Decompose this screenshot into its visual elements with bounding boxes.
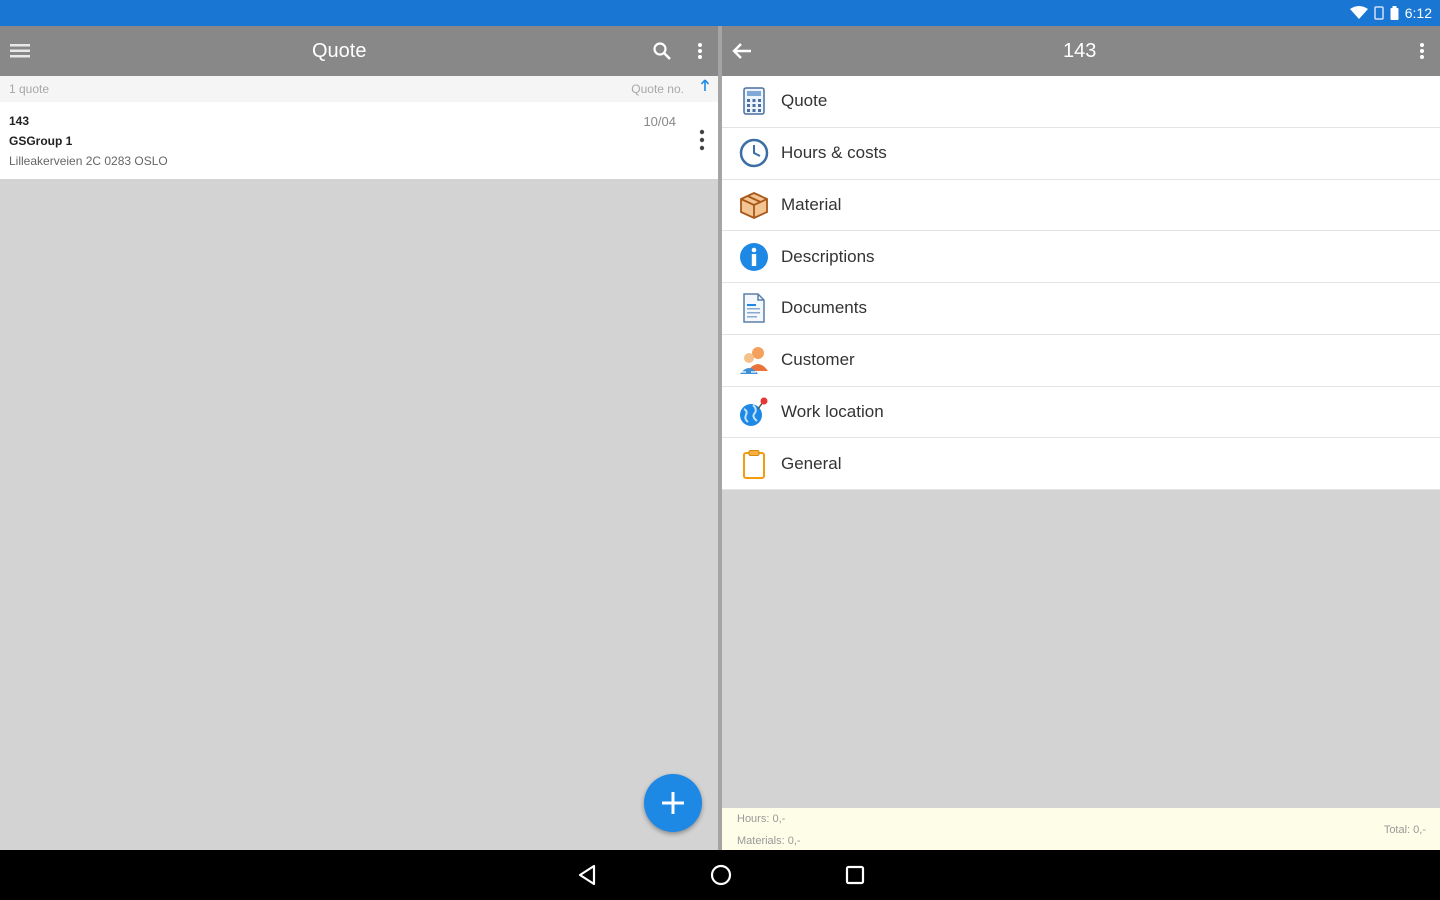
menu-item-general[interactable]: General bbox=[722, 438, 1440, 490]
status-time: 6:12 bbox=[1404, 5, 1432, 21]
nav-back-button[interactable] bbox=[572, 860, 602, 890]
quote-customer: GSGroup 1 bbox=[9, 134, 73, 148]
sort-field-button[interactable]: Quote no. bbox=[631, 82, 684, 96]
list-subheader: 1 quote Quote no. bbox=[0, 76, 718, 102]
arrow-up-icon bbox=[700, 79, 710, 91]
customer-icon bbox=[738, 344, 770, 376]
nav-home-button[interactable] bbox=[706, 860, 736, 890]
search-icon bbox=[653, 42, 671, 60]
arrow-back-icon bbox=[732, 43, 751, 59]
hours-total: Hours: 0,- bbox=[737, 813, 786, 825]
hamburger-menu-button[interactable] bbox=[0, 26, 40, 76]
menu-item-label: Hours & costs bbox=[781, 143, 887, 163]
clock-icon bbox=[738, 137, 770, 169]
quote-detail-pane: 143 Quote Hours & costs Material Descrip… bbox=[722, 26, 1440, 850]
no-sim-icon bbox=[1374, 6, 1384, 20]
more-vertical-icon bbox=[699, 129, 705, 151]
menu-item-customer[interactable]: Customer bbox=[722, 335, 1440, 387]
navigation-bar bbox=[0, 850, 1440, 900]
add-quote-button[interactable] bbox=[644, 774, 702, 832]
back-button[interactable] bbox=[722, 26, 762, 76]
sort-direction-button[interactable] bbox=[700, 79, 710, 96]
nav-recents-button[interactable] bbox=[840, 860, 870, 890]
calculator-icon bbox=[738, 85, 770, 117]
triangle-back-icon bbox=[578, 864, 596, 886]
more-vertical-icon bbox=[698, 43, 702, 59]
materials-total: Materials: 0,- bbox=[737, 835, 801, 847]
menu-item-work-location[interactable]: Work location bbox=[722, 387, 1440, 439]
document-icon bbox=[738, 292, 770, 324]
search-button[interactable] bbox=[642, 26, 682, 76]
detail-menu: Quote Hours & costs Material Description… bbox=[722, 76, 1440, 490]
menu-item-label: Documents bbox=[781, 298, 867, 318]
menu-item-hours-costs[interactable]: Hours & costs bbox=[722, 128, 1440, 180]
more-vertical-icon bbox=[1420, 43, 1424, 59]
hamburger-icon bbox=[10, 44, 30, 58]
menu-item-documents[interactable]: Documents bbox=[722, 283, 1440, 335]
battery-icon bbox=[1390, 6, 1399, 20]
quote-number: 143 bbox=[9, 114, 30, 128]
right-toolbar-title: 143 bbox=[1063, 40, 1097, 62]
menu-item-label: General bbox=[781, 453, 842, 473]
menu-item-material[interactable]: Material bbox=[722, 180, 1440, 232]
right-overflow-button[interactable] bbox=[1402, 26, 1440, 76]
circle-home-icon bbox=[710, 864, 732, 886]
menu-item-descriptions[interactable]: Descriptions bbox=[722, 231, 1440, 283]
left-overflow-button[interactable] bbox=[680, 26, 720, 76]
left-toolbar-title: Quote bbox=[312, 40, 367, 62]
quote-date: 10/04 bbox=[643, 114, 676, 129]
menu-item-quote[interactable]: Quote bbox=[722, 76, 1440, 128]
quote-item-more-button[interactable] bbox=[692, 126, 712, 154]
info-icon bbox=[738, 241, 770, 273]
menu-item-label: Customer bbox=[781, 350, 855, 370]
menu-item-label: Descriptions bbox=[781, 246, 875, 266]
menu-item-label: Quote bbox=[781, 91, 828, 111]
grand-total: Total: 0,- bbox=[1383, 824, 1426, 836]
quote-list-item[interactable]: 143 GSGroup 1 Lilleakerveien 2C 0283 OSL… bbox=[0, 102, 718, 179]
left-toolbar: Quote bbox=[0, 26, 718, 76]
right-toolbar: 143 bbox=[722, 26, 1440, 76]
menu-item-label: Work location bbox=[781, 401, 884, 421]
quote-count: 1 quote bbox=[9, 82, 50, 96]
menu-item-label: Material bbox=[781, 194, 842, 214]
clipboard-icon bbox=[738, 448, 770, 480]
plus-icon bbox=[662, 792, 684, 814]
status-icons: 6:12 bbox=[1349, 4, 1432, 22]
globe-pin-icon bbox=[738, 396, 770, 428]
quote-address: Lilleakerveien 2C 0283 OSLO bbox=[9, 154, 168, 168]
wifi-icon bbox=[1349, 6, 1368, 19]
status-bar: 6:12 bbox=[0, 0, 1440, 26]
quote-list-pane: Quote 1 quote Quote no. 143 GSGroup 1 Li… bbox=[0, 26, 718, 850]
box-icon bbox=[738, 189, 770, 221]
square-recents-icon bbox=[845, 865, 865, 885]
totals-footer: Hours: 0,- Materials: 0,- Total: 0,- bbox=[722, 808, 1440, 850]
